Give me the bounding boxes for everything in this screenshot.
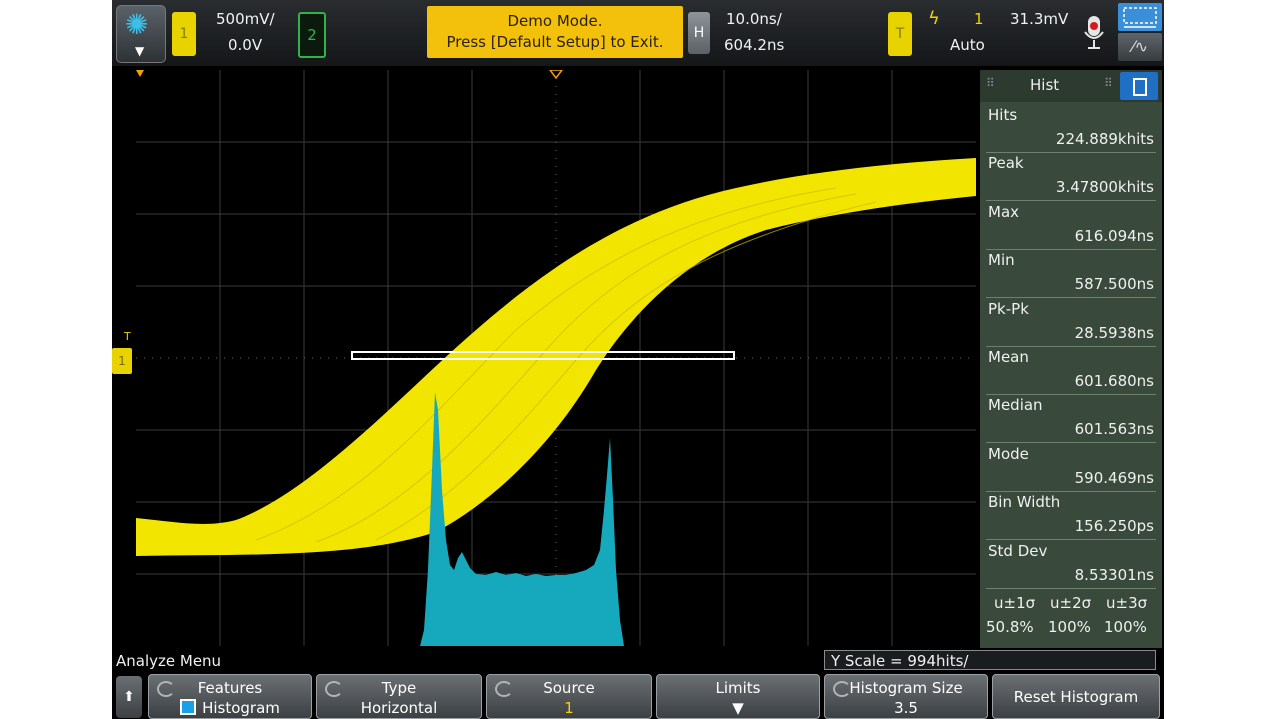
channel-1-offset: 0.0V bbox=[228, 36, 263, 54]
stat-label: Max bbox=[988, 202, 1020, 221]
softkey-features-label: Features bbox=[197, 679, 263, 697]
softkey-features-value: Histogram bbox=[149, 699, 311, 717]
softkey-limits[interactable]: Limits ▼ bbox=[656, 674, 820, 719]
stat-divider bbox=[986, 297, 1156, 299]
channel-1-ground-marker[interactable]: 1 bbox=[112, 348, 132, 374]
zoom-button[interactable] bbox=[1118, 3, 1162, 31]
main-menu-button[interactable]: ✺ ▼ bbox=[116, 5, 166, 63]
softkey-type-label: Type bbox=[381, 679, 417, 697]
trigger-badge[interactable]: T bbox=[888, 12, 912, 56]
stat-value: 8.53301ns bbox=[1074, 565, 1154, 584]
channel-1-scale: 500mV/ bbox=[216, 10, 275, 28]
status-bar: ✺ ▼ 1 500mV/ 0.0V 2 Demo Mode. Press [De… bbox=[112, 0, 1164, 66]
menu-title: Analyze Menu bbox=[116, 652, 222, 670]
trigger-mode: Auto bbox=[950, 36, 985, 54]
waveform-icon: ⁄∿ bbox=[1131, 37, 1149, 56]
stat-divider bbox=[986, 539, 1156, 541]
softkey-histogram-size-label: Histogram Size bbox=[849, 679, 963, 697]
stat-divider bbox=[986, 394, 1156, 395]
demo-line-2: Press [Default Setup] to Exit. bbox=[446, 33, 664, 51]
softkey-source[interactable]: Source 1 bbox=[486, 674, 652, 719]
histogram-stats-panel: ⠿ Hist ⠿ Hits 224.889khits Peak 3.47800khit… bbox=[980, 70, 1162, 648]
trigger-source: 1 bbox=[974, 10, 984, 28]
waveform-display bbox=[136, 70, 976, 646]
stat-divider bbox=[986, 248, 1156, 250]
stat-value: 3.47800khits bbox=[1055, 178, 1154, 197]
stat-divider bbox=[986, 490, 1156, 492]
stat-divider bbox=[986, 587, 1156, 589]
waveform-button[interactable]: ⁄∿ bbox=[1118, 33, 1162, 61]
stat-label: Mean bbox=[988, 348, 1029, 366]
oscilloscope-screen: ✺ ▼ 1 500mV/ 0.0V 2 Demo Mode. Press [De… bbox=[112, 0, 1164, 719]
back-button[interactable]: ⬆ bbox=[116, 676, 142, 718]
panel-settings-icon[interactable] bbox=[1120, 72, 1158, 100]
panel-header: ⠿ Hist ⠿ bbox=[980, 70, 1162, 102]
horizontal-badge[interactable]: H bbox=[688, 12, 710, 54]
submenu-arrow-icon: ▼ bbox=[732, 699, 744, 717]
y-scale-readout: Y Scale = 994hits/ bbox=[824, 650, 1156, 670]
microphone-icon[interactable] bbox=[1082, 14, 1106, 52]
stat-value: 156.250ps bbox=[1074, 517, 1154, 536]
channel-2-badge[interactable]: 2 bbox=[298, 12, 326, 58]
trigger-level: 31.3mV bbox=[1010, 10, 1069, 28]
sigma-2-value: 100% bbox=[1048, 618, 1091, 636]
softkey-type[interactable]: Type Horizontal bbox=[316, 674, 482, 719]
softkey-type-value: Horizontal bbox=[360, 699, 438, 717]
channel-1-badge[interactable]: 1 bbox=[172, 12, 196, 56]
zoom-box-icon bbox=[1123, 7, 1157, 28]
stat-label: Std Dev bbox=[988, 541, 1048, 560]
softkey-source-value: 1 bbox=[564, 699, 574, 717]
demo-line-1: Demo Mode. bbox=[507, 12, 603, 30]
stat-label: Bin Width bbox=[988, 493, 1061, 512]
features-value-text: Histogram bbox=[202, 699, 280, 717]
stat-value: 590.469ns bbox=[1074, 468, 1154, 487]
panel-title: Hist bbox=[1030, 76, 1060, 94]
logo-icon: ✺ bbox=[125, 8, 149, 41]
softkey-source-label: Source bbox=[543, 679, 595, 697]
stat-label: Median bbox=[988, 396, 1043, 415]
sigma-2-header: u±2σ bbox=[1050, 594, 1092, 612]
stat-value: 616.094ns bbox=[1074, 226, 1154, 245]
rising-edge-icon: ϟ bbox=[928, 8, 940, 29]
stat-label: Hits bbox=[988, 106, 1018, 124]
sigma-1-header: u±1σ bbox=[994, 594, 1036, 612]
demo-mode-banner: Demo Mode. Press [Default Setup] to Exit… bbox=[427, 6, 683, 58]
stat-divider bbox=[986, 345, 1156, 347]
stat-label: Peak bbox=[988, 154, 1024, 173]
softkey-reset-histogram-label: Reset Histogram bbox=[1013, 688, 1139, 706]
sigma-1-value: 50.8% bbox=[986, 618, 1034, 636]
drag-handle-icon[interactable]: ⠿ bbox=[1104, 76, 1113, 90]
trigger-level-marker: T bbox=[124, 330, 131, 343]
softkey-features[interactable]: Features Histogram bbox=[148, 674, 312, 719]
softkey-histogram-size[interactable]: Histogram Size 3.5 bbox=[824, 674, 988, 719]
chevron-down-icon: ▼ bbox=[135, 44, 145, 58]
stat-divider bbox=[986, 200, 1156, 202]
stat-label: Mode bbox=[988, 444, 1029, 463]
sigma-3-value: 100% bbox=[1104, 618, 1147, 636]
stat-divider bbox=[986, 152, 1156, 153]
sigma-3-header: u±3σ bbox=[1106, 594, 1148, 612]
softkey-limits-label: Limits bbox=[715, 679, 761, 697]
stat-value: 224.889khits bbox=[1055, 130, 1154, 148]
time-scale: 10.0ns/ bbox=[726, 10, 782, 28]
stat-value: 587.500ns bbox=[1074, 275, 1154, 294]
checkbox-icon[interactable] bbox=[180, 699, 197, 715]
stat-value: 601.563ns bbox=[1074, 420, 1154, 439]
up-arrow-icon: ⬆ bbox=[123, 689, 135, 705]
drag-handle-icon[interactable]: ⠿ bbox=[986, 76, 995, 90]
stat-divider bbox=[986, 442, 1156, 444]
stat-value: 28.5938ns bbox=[1074, 323, 1154, 342]
stat-label: Min bbox=[988, 251, 1015, 270]
stat-value: 601.680ns bbox=[1074, 372, 1154, 390]
stat-label: Pk-Pk bbox=[988, 299, 1029, 318]
softkey-reset-histogram[interactable]: Reset Histogram bbox=[992, 674, 1160, 719]
softkey-histogram-size-value: 3.5 bbox=[894, 699, 918, 717]
time-delay: 604.2ns bbox=[724, 36, 785, 54]
